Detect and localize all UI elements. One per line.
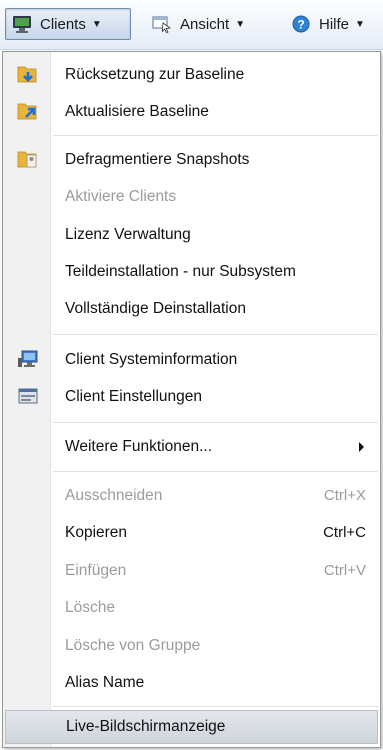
- menu-separator: [53, 706, 378, 708]
- menu-separator: [53, 471, 378, 473]
- menu-separator: [53, 135, 378, 137]
- menu-item-delete[interactable]: Lösche: [5, 589, 378, 626]
- menu-item-label: Lösche von Gruppe: [65, 636, 201, 654]
- chevron-down-icon: ▼: [235, 18, 246, 30]
- menu-item-label: Aktualisiere Baseline: [65, 102, 209, 120]
- view-icon: [152, 15, 172, 34]
- menu-item-label: Alias Name: [65, 673, 145, 691]
- folder-defrag-icon: [17, 149, 39, 169]
- settings-window-icon: [17, 386, 39, 406]
- menu-item-delete-from-group[interactable]: Lösche von Gruppe: [5, 627, 378, 664]
- folder-reset-icon: [17, 64, 39, 84]
- menu-item-shortcut: Ctrl+V: [323, 562, 366, 579]
- menu-item-reset-baseline[interactable]: Rücksetzung zur Baseline: [5, 56, 378, 93]
- menu-separator: [53, 422, 378, 424]
- menu-item-defrag-snapshots[interactable]: Defragmentiere Snapshots: [5, 141, 378, 178]
- monitor-icon: [12, 15, 32, 33]
- clients-menu-button[interactable]: Clients ▼: [5, 8, 131, 40]
- menu-item-cut[interactable]: Ausschneiden Ctrl+X: [5, 477, 378, 514]
- menu-item-label: Rücksetzung zur Baseline: [65, 65, 245, 83]
- menu-item-label: Kopieren: [65, 523, 128, 541]
- menu-item-label: Vollständige Deinstallation: [65, 299, 246, 317]
- menu-item-label: Ausschneiden: [65, 486, 163, 504]
- chevron-down-icon: ▼: [91, 18, 102, 30]
- menu-item-license-management[interactable]: Lizenz Verwaltung: [5, 216, 378, 253]
- menu-item-shortcut: Ctrl+C: [323, 524, 366, 541]
- menu-item-alias-name[interactable]: Alias Name: [5, 664, 378, 701]
- menu-item-label: Live-Bildschirmanzeige: [66, 718, 226, 735]
- computer-info-icon: [17, 349, 39, 369]
- menu-item-more-functions[interactable]: Weitere Funktionen...: [5, 428, 378, 465]
- menu-item-label: Defragmentiere Snapshots: [65, 150, 250, 168]
- menu-item-live-screen-view[interactable]: Live-Bildschirmanzeige: [5, 710, 378, 744]
- toolbar: Clients ▼ Ansicht ▼ ? Hilfe ▼: [0, 0, 383, 50]
- menu-item-label: Lösche: [65, 598, 115, 616]
- clients-menu-label: Clients: [40, 15, 86, 33]
- menu-item-label: Lizenz Verwaltung: [65, 225, 191, 243]
- menu-item-copy[interactable]: Kopieren Ctrl+C: [5, 514, 378, 551]
- menu-item-label: Client Einstellungen: [65, 387, 203, 405]
- help-icon: ?: [291, 15, 311, 33]
- menu-item-label: Einfügen: [65, 561, 127, 579]
- menu-item-client-system-info[interactable]: Client Systeminformation: [5, 341, 378, 378]
- menu-item-partial-uninstall[interactable]: Teildeinstallation - nur Subsystem: [5, 253, 378, 290]
- menu-item-shortcut: Ctrl+X: [323, 487, 366, 504]
- menu-item-label: Weitere Funktionen...: [65, 437, 213, 455]
- hilfe-menu-button[interactable]: ? Hilfe ▼: [285, 8, 383, 40]
- menu-separator: [53, 334, 378, 336]
- menu-item-label: Teildeinstallation - nur Subsystem: [65, 262, 296, 280]
- ansicht-menu-button[interactable]: Ansicht ▼: [146, 8, 264, 40]
- menu-item-client-settings[interactable]: Client Einstellungen: [5, 378, 378, 415]
- menu-item-paste[interactable]: Einfügen Ctrl+V: [5, 552, 378, 589]
- hilfe-menu-label: Hilfe: [319, 15, 350, 33]
- menu-item-label: Client Systeminformation: [65, 350, 238, 368]
- menu-item-full-uninstall[interactable]: Vollständige Deinstallation: [5, 290, 378, 327]
- ansicht-menu-label: Ansicht: [180, 15, 230, 33]
- menu-item-activate-clients[interactable]: Aktiviere Clients: [5, 178, 378, 215]
- chevron-down-icon: ▼: [355, 18, 365, 30]
- clients-dropdown-menu: Rücksetzung zur Baseline Aktualisiere Ba…: [2, 51, 381, 748]
- menu-item-update-baseline[interactable]: Aktualisiere Baseline: [5, 93, 378, 130]
- submenu-arrow-icon: [359, 442, 364, 452]
- menu-item-label: Aktiviere Clients: [65, 187, 177, 205]
- folder-update-icon: [17, 101, 39, 121]
- svg-text:?: ?: [297, 18, 304, 32]
